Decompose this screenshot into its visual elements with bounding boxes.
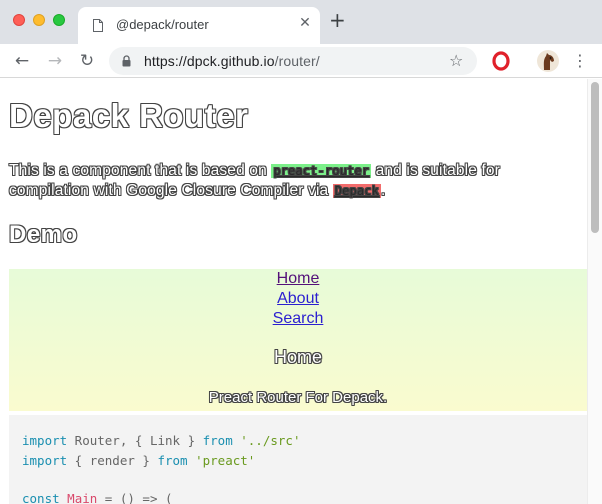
code-keyword: import <box>22 433 68 448</box>
opera-extension-icon[interactable] <box>491 51 511 71</box>
url-host: https://dpck.github.io <box>144 53 275 69</box>
zoom-window-button[interactable] <box>53 14 65 26</box>
code-line: import Router, { Link } from '../src' <box>22 433 300 448</box>
bookmark-star-icon[interactable]: ☆ <box>449 51 463 71</box>
code-block: import Router, { Link } from '../src' im… <box>9 415 587 504</box>
url-text[interactable]: https://dpck.github.io/router/ <box>144 53 320 69</box>
address-bar[interactable]: https://dpck.github.io/router/ ☆ <box>109 47 477 75</box>
document-icon <box>93 19 103 32</box>
browser-tab[interactable]: @depack/router ✕ <box>78 7 320 44</box>
profile-avatar[interactable] <box>537 50 559 72</box>
code-identifiers: { render } <box>67 453 158 468</box>
intro-text-end: . <box>381 182 386 199</box>
nav-link-home[interactable]: Home <box>9 269 587 289</box>
demo-tagline: Preact Router For Depack. <box>208 389 388 406</box>
browser-tabstrip: @depack/router ✕ + <box>0 0 602 44</box>
scrollbar-thumb[interactable] <box>591 82 599 233</box>
demo-nav: Home About Search <box>9 269 587 329</box>
code-string: '../src' <box>232 433 301 448</box>
nav-link-search[interactable]: Search <box>9 309 587 329</box>
vertical-scrollbar[interactable] <box>587 79 602 504</box>
preact-router-link[interactable]: preact-router <box>271 164 372 178</box>
code-line: const Main = () => ( <box>22 491 173 504</box>
code-keyword: const <box>22 491 60 504</box>
page-title: Depack Router <box>9 97 249 134</box>
lock-icon[interactable] <box>122 55 131 67</box>
intro-text-start: This is a component that is based on <box>9 162 272 179</box>
new-tab-button[interactable]: + <box>329 10 346 30</box>
demo-container: Home About Search Home Preact Router For… <box>9 269 587 411</box>
depack-link[interactable]: Depack <box>332 184 382 198</box>
reload-icon[interactable]: ↻ <box>76 50 98 72</box>
close-tab-icon[interactable]: ✕ <box>296 15 314 31</box>
kebab-menu-icon[interactable]: ⋮ <box>572 50 588 72</box>
code-keyword: import <box>22 453 68 468</box>
url-path: /router/ <box>274 53 320 69</box>
horse-avatar-icon <box>543 53 554 70</box>
back-arrow-icon[interactable]: ← <box>11 50 33 72</box>
code-identifiers: Router, { Link } <box>67 433 203 448</box>
forward-arrow-icon[interactable]: → <box>44 50 66 72</box>
code-identifiers: = () => ( <box>97 491 173 504</box>
nav-link-about[interactable]: About <box>9 289 587 309</box>
intro-paragraph: This is a component that is based on pre… <box>9 161 579 201</box>
tab-title: @depack/router <box>116 17 209 32</box>
page-viewport: Depack Router This is a component that i… <box>0 79 602 504</box>
code-keyword: from <box>157 453 188 468</box>
browser-toolbar: ← → ↻ https://dpck.github.io/router/ ☆ ⋮ <box>0 44 602 78</box>
code-line: import { render } from 'preact' <box>22 453 255 468</box>
demo-page-title: Home <box>273 347 322 367</box>
minimize-window-button[interactable] <box>33 14 45 26</box>
demo-heading: Demo <box>9 221 78 248</box>
code-function-name: Main <box>59 491 98 504</box>
close-window-button[interactable] <box>13 14 25 26</box>
code-string: 'preact' <box>187 453 256 468</box>
code-keyword: from <box>202 433 233 448</box>
